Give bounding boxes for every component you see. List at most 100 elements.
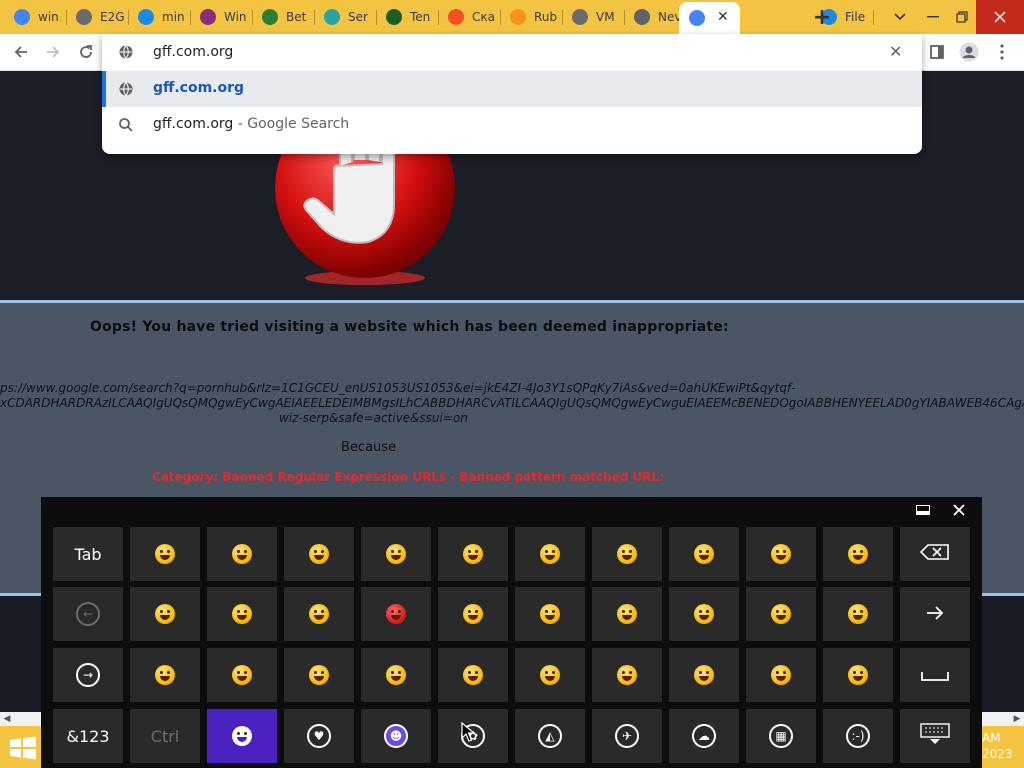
backspace-key[interactable] [900, 527, 970, 581]
side-panel-button[interactable] [925, 40, 949, 64]
tab-4[interactable]: Bet [252, 0, 310, 34]
close-keyboard-button[interactable] [946, 500, 972, 520]
reload-button[interactable] [74, 40, 98, 64]
suggestion-search[interactable]: gff.com.org - Google Search [102, 107, 922, 143]
next-key[interactable]: → [53, 648, 123, 702]
keyboard-icon [920, 723, 950, 749]
emoji-key-devil[interactable] [361, 587, 431, 641]
emoji-category-people[interactable]: ☻ [361, 709, 431, 763]
tab-3[interactable]: Win [190, 0, 248, 34]
emoji-key-grin[interactable] [130, 527, 200, 581]
close-tab-icon[interactable]: ✕ [717, 9, 729, 25]
emoji-key-smirk[interactable] [515, 527, 585, 581]
scroll-right-icon[interactable]: ▶ [1010, 712, 1024, 726]
tab-label: Rub [534, 10, 558, 24]
new-tab-button[interactable]: + [812, 4, 832, 30]
tab-0[interactable]: win [4, 0, 62, 34]
tab-9[interactable]: VM [562, 0, 620, 34]
tongue-wink-emoji-icon [694, 665, 714, 685]
emoji-key-neutral[interactable] [515, 587, 585, 641]
emoji-key-flushed[interactable] [669, 527, 739, 581]
emoji-key-tears-of-joy[interactable] [207, 648, 277, 702]
suggestion-search-query: gff.com.org [153, 116, 234, 132]
clear-address-button[interactable]: ✕ [889, 42, 902, 61]
smile-small-emoji-icon [617, 665, 637, 685]
menu-button[interactable] [990, 40, 1014, 64]
tab-search-button[interactable] [886, 0, 914, 34]
emoji-key-heart-eyes[interactable] [438, 587, 508, 641]
emoji-key-tongue[interactable] [746, 527, 816, 581]
symbols-key[interactable]: &123 [53, 709, 123, 763]
heart-eyes-emoji-icon [463, 604, 483, 624]
emoji-key-grimace[interactable] [207, 587, 277, 641]
minimize-button[interactable] [918, 0, 948, 34]
forward-button[interactable] [41, 40, 65, 64]
emoji-category-emoticon[interactable]: :-) [823, 709, 893, 763]
emoji-category-airplane[interactable]: ✈ [592, 709, 662, 763]
pizza-icon: ◭ [538, 724, 562, 748]
emoji-key-expressionless[interactable] [592, 587, 662, 641]
emoji-key-astonished[interactable] [669, 587, 739, 641]
address-bar[interactable]: gff.com.org ✕ [102, 34, 922, 71]
emoji-key-laugh[interactable] [284, 527, 354, 581]
tab-label: VM [596, 10, 615, 24]
scroll-left-icon[interactable]: ◀ [0, 712, 14, 726]
emoji-key-joy[interactable] [284, 587, 354, 641]
emoji-key-sad[interactable] [746, 648, 816, 702]
hide-keyboard-key[interactable] [900, 709, 970, 763]
back-button[interactable] [9, 40, 33, 64]
right-arrow-key[interactable] [900, 587, 970, 641]
emoji-key-frown[interactable] [130, 648, 200, 702]
emoji-key-open-mouth[interactable] [823, 648, 893, 702]
back-arrow-key[interactable]: ← [53, 587, 123, 641]
emoji-key-halo[interactable] [361, 527, 431, 581]
space-key[interactable] [900, 648, 970, 702]
tab-6[interactable]: Ten [376, 0, 434, 34]
emoji-category-smiley[interactable] [207, 709, 277, 763]
close-window-button[interactable] [976, 0, 1024, 34]
emoji-key-tired[interactable] [746, 587, 816, 641]
emoji-category-symbols[interactable]: ▦ [746, 709, 816, 763]
emoji-key-tongue-wink[interactable] [669, 648, 739, 702]
tab-1[interactable]: E2G [66, 0, 124, 34]
dock-keyboard-button[interactable] [910, 500, 936, 520]
smirk-emoji-icon [540, 544, 560, 564]
tab-5[interactable]: Ser [314, 0, 372, 34]
emoji-key-yum[interactable] [361, 648, 431, 702]
tab-8[interactable]: Rub [500, 0, 558, 34]
tab-key[interactable]: Tab [53, 527, 123, 581]
tab-separator [873, 10, 874, 25]
emoji-key-grin-big[interactable] [284, 648, 354, 702]
restore-button[interactable] [948, 0, 976, 34]
emoji-key-smile[interactable] [130, 587, 200, 641]
emoji-key-worried[interactable] [823, 527, 893, 581]
emoji-key-squint[interactable] [515, 648, 585, 702]
tab-7[interactable]: Ска [438, 0, 496, 34]
emoji-key-unamused[interactable] [823, 587, 893, 641]
tab-11[interactable]: ✕ [679, 2, 740, 34]
space-icon [921, 666, 949, 685]
emoji-key-smile-small[interactable] [592, 648, 662, 702]
emoticon-icon: :-) [846, 724, 870, 748]
emoji-key-sunglasses[interactable] [438, 648, 508, 702]
emoji-category-pizza[interactable]: ◭ [515, 709, 585, 763]
suggestion-url[interactable]: gff.com.org [102, 71, 922, 107]
emoji-key-sweat[interactable] [592, 527, 662, 581]
profile-button[interactable] [957, 40, 981, 64]
tab-2[interactable]: min [128, 0, 186, 34]
tab-label: Ten [410, 10, 431, 24]
emoji-category-heart[interactable]: ♥ [284, 709, 354, 763]
laugh-emoji-icon [309, 544, 329, 564]
emoji-category-weather[interactable]: ☁ [669, 709, 739, 763]
emoji-key-wink[interactable] [207, 527, 277, 581]
address-input[interactable]: gff.com.org [153, 44, 233, 60]
system-clock[interactable]: AM 2023 [982, 730, 1024, 762]
tab-label: Ска [472, 10, 495, 24]
search-icon [119, 118, 133, 132]
windows-start-icon[interactable] [8, 736, 38, 760]
clock-time: AM [982, 731, 1001, 745]
tab-10[interactable]: Nev [624, 0, 682, 34]
ctrl-key[interactable]: Ctrl [130, 709, 200, 763]
tab-label: Ser [348, 10, 368, 24]
emoji-key-dizzy[interactable] [438, 527, 508, 581]
